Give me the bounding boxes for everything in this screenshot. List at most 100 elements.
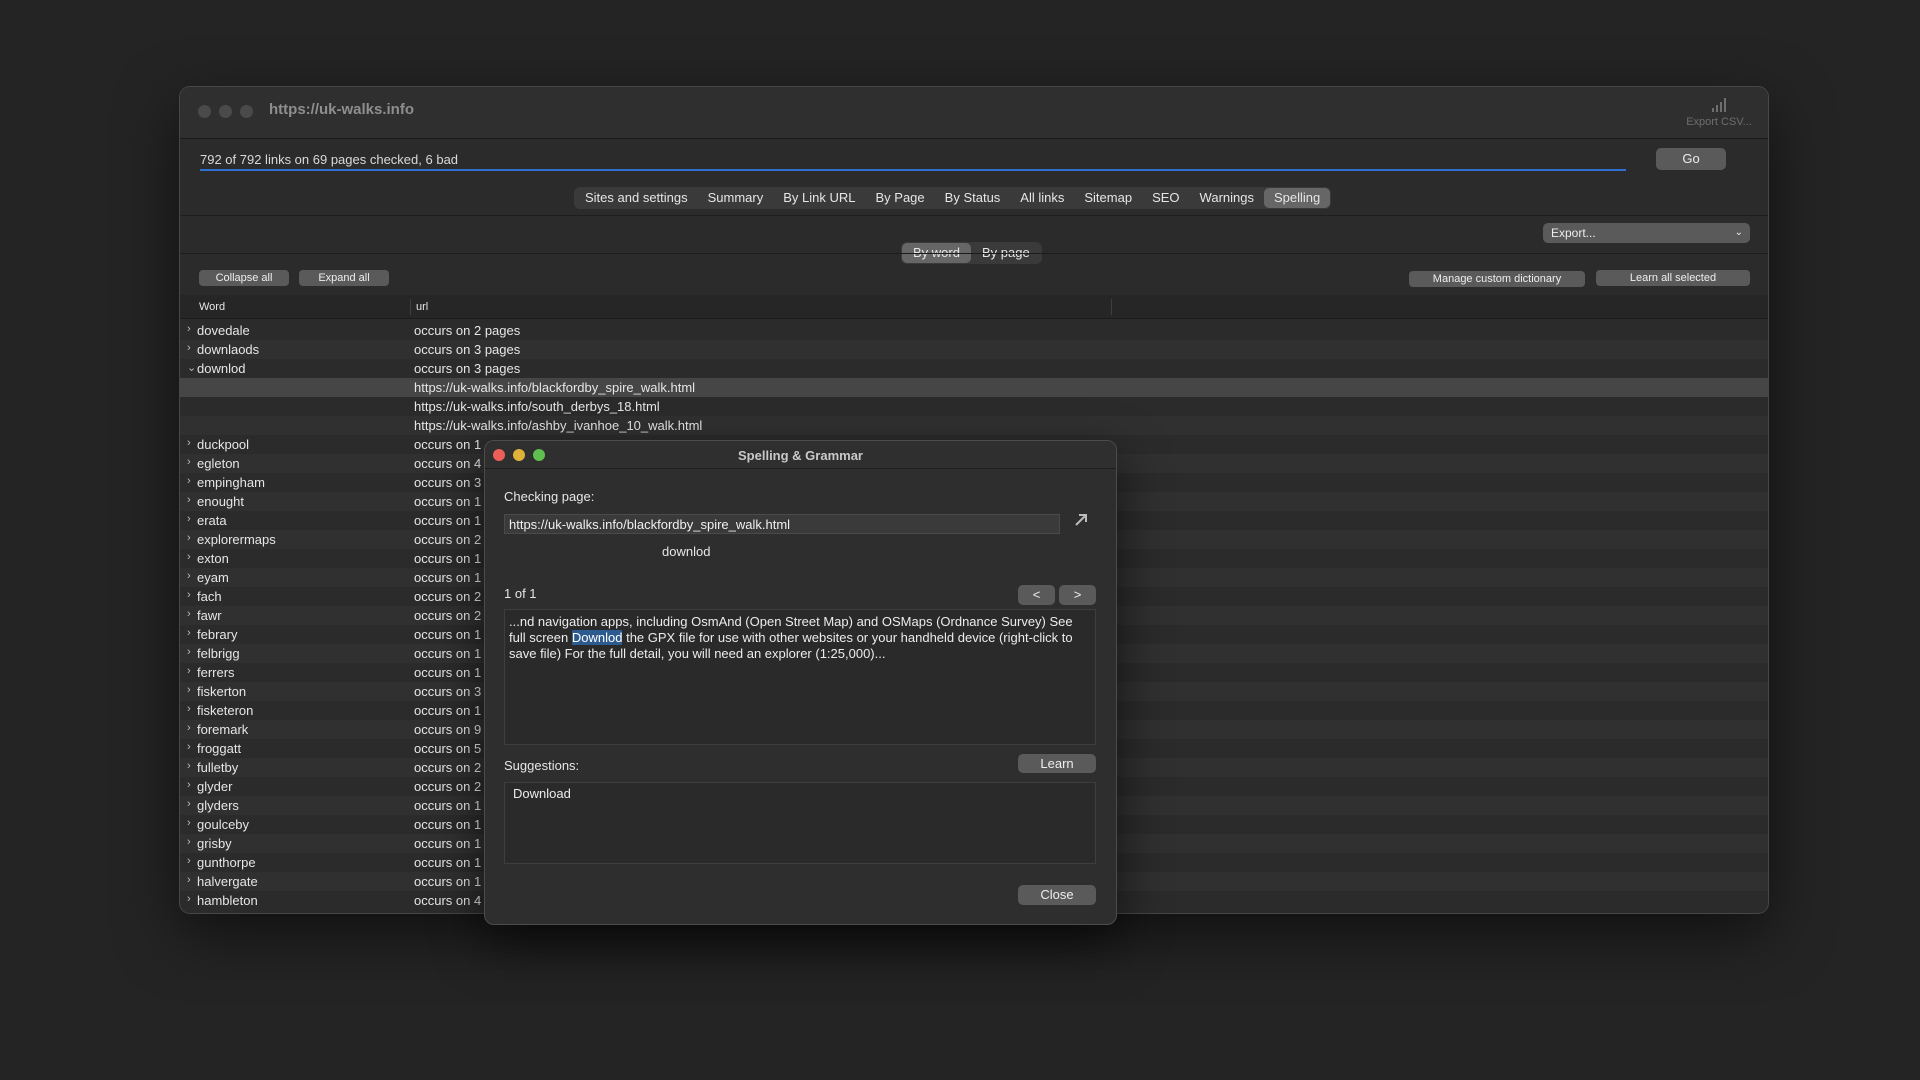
status-field[interactable]: 792 of 792 links on 69 pages checked, 6 … <box>200 146 1626 171</box>
chevron-right-icon[interactable]: › <box>187 665 197 677</box>
table-row[interactable]: https://uk-walks.info/ashby_ivanhoe_10_w… <box>180 416 1768 435</box>
window-controls <box>198 105 253 118</box>
word-cell: fulletby <box>197 760 239 775</box>
tab-spelling[interactable]: Spelling <box>1263 188 1331 208</box>
chevron-right-icon[interactable]: › <box>187 494 197 506</box>
column-divider <box>410 299 411 315</box>
url-cell: occurs on 2 <box>414 608 482 623</box>
export-csv-button[interactable]: Export CSV... <box>1684 97 1754 128</box>
chevron-right-icon[interactable]: › <box>187 608 197 620</box>
export-select-value: Export... <box>1551 226 1596 240</box>
url-column-header[interactable]: url <box>416 301 428 313</box>
learn-all-selected-button[interactable]: Learn all selected <box>1596 270 1750 286</box>
chevron-right-icon[interactable]: › <box>187 646 197 658</box>
tab-summary[interactable]: Summary <box>698 188 774 208</box>
tab-by-status[interactable]: By Status <box>935 188 1011 208</box>
chevron-right-icon[interactable]: › <box>187 855 197 867</box>
chevron-right-icon[interactable]: › <box>187 836 197 848</box>
tab-all-links[interactable]: All links <box>1010 188 1074 208</box>
chevron-right-icon[interactable]: › <box>187 722 197 734</box>
word-cell: ferrers <box>197 665 235 680</box>
url-cell: occurs on 2 <box>414 532 482 547</box>
checking-page-field[interactable]: https://uk-walks.info/blackfordby_spire_… <box>504 514 1060 534</box>
word-cell: fisketeron <box>197 703 254 718</box>
chevron-right-icon[interactable]: › <box>187 741 197 753</box>
export-csv-label: Export CSV... <box>1686 116 1752 128</box>
spelling-grammar-dialog: Spelling & Grammar Checking page: https:… <box>484 440 1117 925</box>
chevron-right-icon[interactable]: › <box>187 874 197 886</box>
url-cell: occurs on 1 <box>414 665 482 680</box>
chevron-right-icon[interactable]: › <box>187 513 197 525</box>
word-cell: fach <box>197 589 222 604</box>
next-button[interactable]: > <box>1059 585 1096 605</box>
close-button[interactable]: Close <box>1018 885 1096 905</box>
chevron-right-icon[interactable]: › <box>187 684 197 696</box>
manage-custom-dictionary-button[interactable]: Manage custom dictionary <box>1409 271 1585 287</box>
previous-button[interactable]: < <box>1018 585 1055 605</box>
minimize-window-button[interactable] <box>219 105 232 118</box>
chevron-down-icon[interactable]: ⌄ <box>187 361 197 374</box>
table-row[interactable]: ⌄ downlod occurs on 3 pages <box>180 359 1768 378</box>
window-title: https://uk-walks.info <box>269 101 415 118</box>
url-cell: https://uk-walks.info/south_derbys_18.ht… <box>414 399 660 414</box>
url-cell: https://uk-walks.info/blackfordby_spire_… <box>414 380 696 395</box>
column-divider <box>1111 299 1112 315</box>
zoom-window-button[interactable] <box>240 105 253 118</box>
export-select[interactable]: Export... ⌄ <box>1543 223 1750 243</box>
learn-button[interactable]: Learn <box>1018 754 1096 773</box>
word-cell: downlaods <box>197 342 260 357</box>
word-cell: gunthorpe <box>197 855 256 870</box>
url-cell: occurs on 1 <box>414 798 482 813</box>
chevron-right-icon[interactable]: › <box>187 589 197 601</box>
go-button[interactable]: Go <box>1656 148 1726 170</box>
chevron-right-icon[interactable]: › <box>187 437 197 449</box>
url-cell: occurs on 4 <box>414 456 482 471</box>
table-row[interactable]: https://uk-walks.info/south_derbys_18.ht… <box>180 397 1768 416</box>
url-cell: occurs on 9 <box>414 722 482 737</box>
table-row[interactable]: https://uk-walks.info/blackfordby_spire_… <box>180 378 1768 397</box>
chevron-right-icon[interactable]: › <box>187 627 197 639</box>
chevron-right-icon[interactable]: › <box>187 570 197 582</box>
url-cell: https://uk-walks.info/ashby_ivanhoe_10_w… <box>414 418 703 433</box>
word-cell: hambleton <box>197 893 258 908</box>
url-cell: occurs on 2 <box>414 760 482 775</box>
word-cell: fawr <box>197 608 222 623</box>
url-cell: occurs on 1 <box>414 437 482 452</box>
tab-sites-and-settings[interactable]: Sites and settings <box>575 188 698 208</box>
chevron-right-icon[interactable]: › <box>187 798 197 810</box>
chevron-right-icon[interactable]: › <box>187 456 197 468</box>
suggestion-item[interactable]: Download <box>513 786 1087 801</box>
chevron-right-icon[interactable]: › <box>187 893 197 905</box>
tab-warnings[interactable]: Warnings <box>1190 188 1264 208</box>
table-header: Word url <box>180 295 1768 319</box>
open-page-icon[interactable] <box>1069 512 1093 534</box>
tab-sitemap[interactable]: Sitemap <box>1074 188 1142 208</box>
tab-by-page[interactable]: By Page <box>866 188 935 208</box>
chevron-right-icon[interactable]: › <box>187 551 197 563</box>
chevron-down-icon: ⌄ <box>1734 227 1743 238</box>
chevron-right-icon[interactable]: › <box>187 342 197 354</box>
word-column-header[interactable]: Word <box>199 301 225 313</box>
close-window-button[interactable] <box>198 105 211 118</box>
chevron-right-icon[interactable]: › <box>187 817 197 829</box>
chevron-right-icon[interactable]: › <box>187 475 197 487</box>
chevron-right-icon[interactable]: › <box>187 532 197 544</box>
word-cell: empingham <box>197 475 265 490</box>
collapse-all-button[interactable]: Collapse all <box>199 270 289 286</box>
url-cell: occurs on 1 <box>414 494 482 509</box>
chevron-right-icon[interactable]: › <box>187 760 197 772</box>
chevron-right-icon[interactable]: › <box>187 703 197 715</box>
word-cell: froggatt <box>197 741 242 756</box>
tab-seo[interactable]: SEO <box>1142 188 1189 208</box>
url-cell: occurs on 1 <box>414 627 482 642</box>
table-row[interactable]: › dovedale occurs on 2 pages <box>180 321 1768 340</box>
expand-all-button[interactable]: Expand all <box>299 270 389 286</box>
url-cell: occurs on 1 <box>414 570 482 585</box>
table-row[interactable]: › downlaods occurs on 3 pages <box>180 340 1768 359</box>
chevron-right-icon[interactable]: › <box>187 323 197 335</box>
chevron-right-icon[interactable]: › <box>187 779 197 791</box>
url-cell: occurs on 1 <box>414 513 482 528</box>
status-row: 792 of 792 links on 69 pages checked, 6 … <box>180 140 1768 180</box>
tab-by-link-url[interactable]: By Link URL <box>773 188 865 208</box>
word-cell: dovedale <box>197 323 250 338</box>
